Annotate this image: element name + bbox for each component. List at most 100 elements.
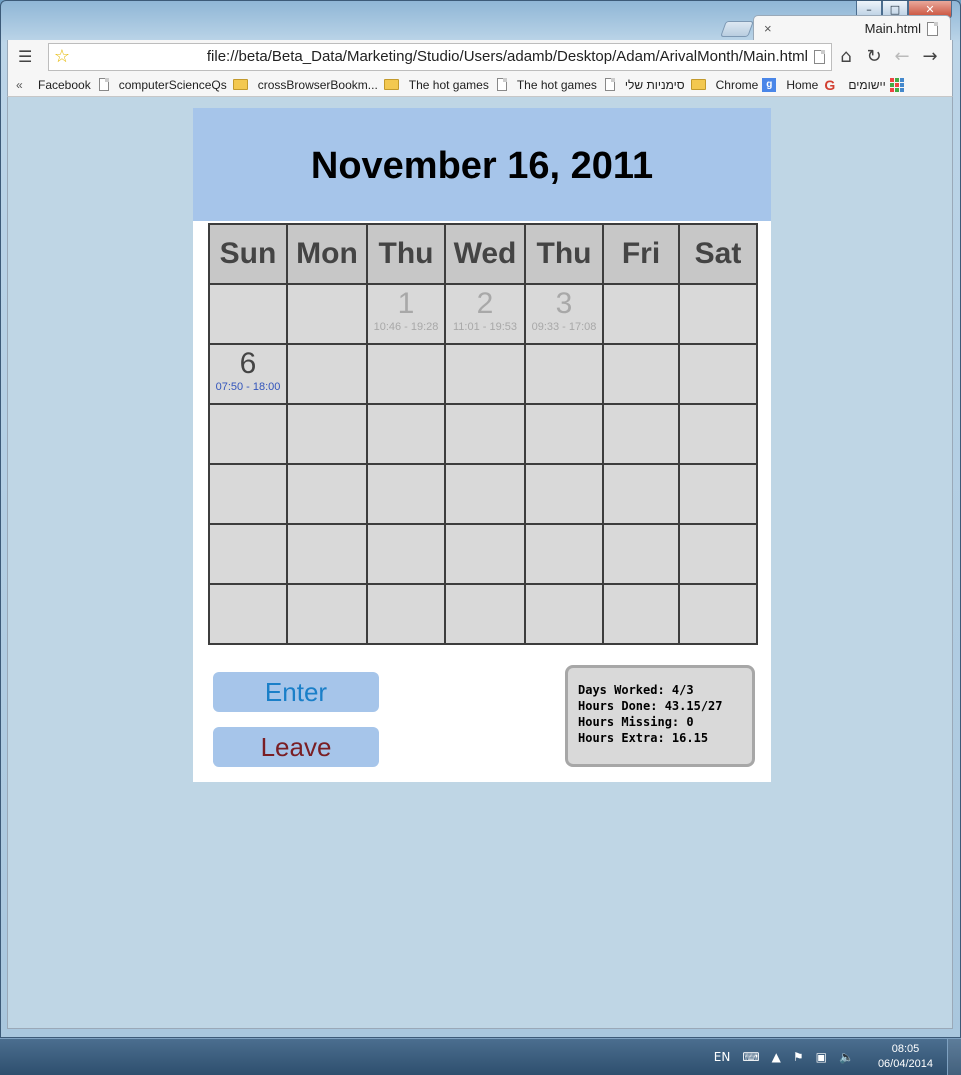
attendance-app: November 16, 2011 Sun Mon Thu Wed Thu Fr… (193, 108, 771, 782)
calendar-cell-empty[interactable] (444, 523, 526, 585)
page-icon (927, 21, 938, 36)
home-icon[interactable]: ⌂ (832, 46, 860, 67)
calendar-cell-empty[interactable] (602, 523, 680, 585)
hours-done-stat: Hours Done: 43.15/27 (578, 699, 723, 713)
bookmark-item[interactable]: יישומים (848, 77, 904, 92)
calendar-cell-empty[interactable] (678, 343, 758, 405)
calendar-day-cell[interactable]: 3 09:33 - 17:08 (524, 283, 604, 345)
bookmark-label: סימניות שלי (624, 77, 685, 92)
calendar-cell-empty[interactable] (678, 463, 758, 525)
calendar-week-row: 1 10:46 - 19:28 2 11:01 - 19:53 3 09:33 … (208, 283, 758, 345)
bookmark-label: Chrome (715, 77, 759, 92)
calendar-cell-empty[interactable] (602, 283, 680, 345)
keyboard-icon[interactable]: ⌨ (742, 1050, 759, 1064)
doc-icon (496, 78, 507, 91)
calendar-cell-empty[interactable] (366, 463, 446, 525)
calendar-cell-empty[interactable] (678, 523, 758, 585)
calendar-day-cell[interactable]: 2 11:01 - 19:53 (444, 283, 526, 345)
address-bar[interactable]: ☆ file://beta/Beta_Data/Marketing/Studio… (48, 42, 832, 71)
bookmark-item[interactable]: computerScienceQs (119, 78, 248, 92)
apps-icon (889, 77, 904, 92)
tab-title: Main.html (864, 21, 921, 36)
bookmark-item[interactable]: The hot games (409, 78, 507, 92)
calendar-cell-empty[interactable] (286, 283, 368, 345)
calendar-cell-empty[interactable] (208, 403, 288, 465)
calendar-week-row (208, 523, 758, 585)
forward-icon[interactable]: → (916, 46, 944, 67)
calendar-cell-empty[interactable] (602, 403, 680, 465)
weekday-header: Sun (208, 223, 288, 285)
bookmark-item[interactable]: Home G (786, 77, 838, 93)
calendar-cell-empty[interactable] (524, 583, 604, 645)
bookmark-item[interactable]: crossBrowserBookm... (258, 78, 399, 92)
taskbar-clock[interactable]: 08:05 06/04/2014 (878, 1042, 933, 1072)
reload-icon[interactable]: ↻ (860, 46, 888, 67)
weekday-header: Fri (602, 223, 680, 285)
calendar-cell-empty[interactable] (602, 583, 680, 645)
calendar-week-row (208, 463, 758, 525)
doc-icon (98, 78, 109, 91)
calendar-cell-empty[interactable] (366, 583, 446, 645)
gmail-icon: G (824, 76, 836, 93)
calendar-cell-empty[interactable] (444, 403, 526, 465)
calendar-cell-empty[interactable] (602, 463, 680, 525)
volume-icon[interactable]: 🔈 (839, 1050, 854, 1064)
calendar-cell-empty[interactable] (286, 583, 368, 645)
leave-button[interactable]: Leave (213, 727, 379, 767)
back-icon[interactable]: ← (888, 46, 916, 67)
calendar-cell-empty[interactable] (208, 523, 288, 585)
url-text[interactable]: file://beta/Beta_Data/Marketing/Studio/U… (75, 48, 814, 65)
tab-close-icon[interactable]: × (764, 21, 778, 36)
menu-icon[interactable]: ☰ (18, 47, 38, 66)
calendar-cell-empty[interactable] (208, 463, 288, 525)
day-number: 2 (476, 287, 494, 320)
action-center-flag-icon[interactable]: ⚑ (793, 1050, 804, 1064)
clock-time: 08:05 (891, 1043, 920, 1055)
calendar-cell-empty[interactable] (366, 523, 446, 585)
day-hours: 09:33 - 17:08 (531, 321, 597, 333)
bookmark-item[interactable]: Chrome g (715, 77, 777, 92)
calendar-cell-empty[interactable] (286, 343, 368, 405)
show-hidden-icons-icon[interactable]: ▲ (772, 1050, 781, 1064)
bookmark-star-icon[interactable]: ☆ (49, 46, 75, 67)
calendar-cell-empty[interactable] (524, 343, 604, 405)
bookmarks-overflow-chevron[interactable]: « (16, 78, 38, 92)
calendar-cell-empty[interactable] (366, 343, 446, 405)
windows-taskbar: EN ⌨ ▲ ⚑ ▣ 🔈 08:05 06/04/2014 (0, 1038, 961, 1075)
calendar-cell-empty[interactable] (208, 283, 288, 345)
doc-icon (604, 78, 615, 91)
bookmark-label: Home (786, 77, 819, 92)
bookmark-item[interactable]: סימניות שלי (625, 78, 706, 92)
language-indicator[interactable]: EN (714, 1050, 731, 1064)
calendar-day-cell[interactable]: 1 10:46 - 19:28 (366, 283, 446, 345)
calendar-cell-empty[interactable] (366, 403, 446, 465)
calendar-cell-empty[interactable] (678, 283, 758, 345)
weekday-header-row: Sun Mon Thu Wed Thu Fri Sat (208, 223, 758, 285)
clock-date: 06/04/2014 (877, 1058, 933, 1070)
calendar-cell-empty[interactable] (524, 523, 604, 585)
bookmark-item[interactable]: The hot games (517, 78, 615, 92)
calendar-cell-empty[interactable] (286, 403, 368, 465)
calendar-cell-empty[interactable] (602, 343, 680, 405)
network-icon[interactable]: ▣ (816, 1050, 827, 1064)
calendar-cell-empty[interactable] (444, 583, 526, 645)
calendar-cell-empty[interactable] (444, 343, 526, 405)
calendar-cell-empty[interactable] (678, 403, 758, 465)
show-desktop-button[interactable] (947, 1038, 961, 1075)
calendar-day-cell[interactable]: 6 07:50 - 18:00 (208, 343, 288, 405)
calendar-cell-empty[interactable] (524, 403, 604, 465)
browser-toolbar: ☰ ☆ file://beta/Beta_Data/Marketing/Stud… (7, 40, 953, 73)
calendar-cell-empty[interactable] (286, 523, 368, 585)
bookmark-item[interactable]: Facebook (38, 78, 109, 92)
calendar-cell-empty[interactable] (208, 583, 288, 645)
day-hours: 11:01 - 19:53 (452, 321, 517, 333)
new-tab-button[interactable] (720, 21, 754, 37)
calendar-cell-empty[interactable] (286, 463, 368, 525)
calendar-cell-empty[interactable] (524, 463, 604, 525)
page-info-icon[interactable] (814, 49, 825, 64)
calendar-cell-empty[interactable] (678, 583, 758, 645)
bookmark-label: crossBrowserBookm... (257, 77, 378, 92)
calendar-cell-empty[interactable] (444, 463, 526, 525)
tab-main-html[interactable]: × Main.html (753, 15, 951, 41)
enter-button[interactable]: Enter (213, 672, 379, 712)
